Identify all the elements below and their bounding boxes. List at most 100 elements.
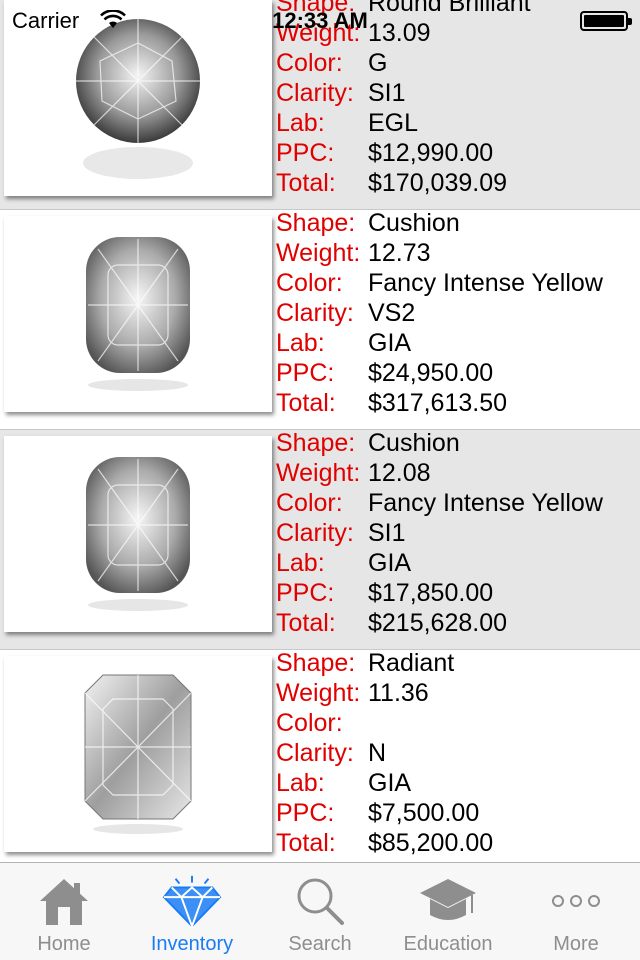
field-label: Total: [276, 389, 336, 417]
field-label: Clarity: [276, 299, 354, 327]
ppc-value: $7,500.00 [368, 799, 480, 827]
spec-weight: Weight: 11.36 [276, 678, 640, 708]
field-label: Clarity: [276, 739, 354, 767]
field-label: Total: [276, 609, 336, 637]
spec-ppc: PPC: $7,500.00 [276, 798, 640, 828]
spec-shape: Shape: Radiant [276, 648, 640, 678]
diamond-icon [162, 875, 222, 929]
diamond-specs: Shape: Radiant Weight: 11.36 Color: Clarit… [276, 648, 640, 858]
tab-label: Home [37, 933, 91, 955]
ppc-value: $17,850.00 [368, 579, 494, 607]
spec-ppc: PPC: $24,950.00 [276, 358, 640, 388]
clarity-value: SI1 [368, 519, 406, 547]
field-label: Color: [276, 269, 343, 297]
cushion-diamond-icon [86, 457, 190, 611]
field-label: Lab: [276, 769, 325, 797]
weight-value: 12.08 [368, 459, 431, 487]
spec-lab: Lab: GIA [276, 548, 640, 578]
diamond-thumbnail [4, 656, 272, 852]
spec-clarity: Clarity: SI1 [276, 78, 640, 108]
home-icon [40, 879, 88, 925]
tab-label: Inventory [150, 933, 234, 955]
spec-clarity: Clarity: N [276, 738, 640, 768]
diamond-specs: Shape: Cushion Weight: 12.73 Color: Fancy I… [276, 208, 640, 418]
diamond-thumbnail [4, 436, 272, 632]
spec-weight: Weight: 12.73 [276, 238, 640, 268]
tab-label: Education [403, 933, 493, 955]
field-label: Color: [276, 49, 343, 77]
field-label: Weight: [276, 19, 361, 47]
shape-value: Cushion [368, 209, 460, 237]
weight-value: 11.36 [368, 679, 429, 707]
tab-label: Search [288, 933, 352, 955]
spec-lab: Lab: GIA [276, 328, 640, 358]
tab-more[interactable]: More [512, 863, 640, 960]
field-label: Color: [276, 709, 343, 737]
field-label: Weight: [276, 679, 361, 707]
spec-total: Total: $317,613.50 [276, 388, 640, 418]
tab-education[interactable]: Education [384, 863, 512, 960]
weight-value: 13.09 [368, 19, 431, 47]
search-icon [297, 878, 344, 925]
tab-inventory[interactable]: Inventory [128, 863, 256, 960]
spec-clarity: Clarity: VS2 [276, 298, 640, 328]
tab-label: More [553, 933, 599, 955]
tab-home[interactable]: Home [0, 863, 128, 960]
total-value: $317,613.50 [368, 389, 508, 417]
spec-weight: Weight: 12.08 [276, 458, 640, 488]
field-label: Shape: [276, 0, 356, 17]
tab-search[interactable]: Search [256, 863, 384, 960]
lab-value: GIA [368, 549, 412, 577]
lab-value: EGL [368, 109, 419, 137]
spec-color: Color: G [276, 48, 640, 78]
inventory-row[interactable]: Shape: Round Brilliant Weight: 13.09 Color… [0, 0, 640, 210]
spec-total: Total: $170,039.09 [276, 168, 640, 198]
total-value: $170,039.09 [368, 169, 508, 197]
total-value: $215,628.00 [368, 609, 508, 637]
inventory-list[interactable]: Shape: Round Brilliant Weight: 13.09 Color… [0, 0, 640, 862]
spec-ppc: PPC: $17,850.00 [276, 578, 640, 608]
spec-ppc: PPC: $12,990.00 [276, 138, 640, 168]
field-label: Weight: [276, 459, 361, 487]
spec-shape: Shape: Cushion [276, 208, 640, 238]
diamond-specs: Shape: Round Brilliant Weight: 13.09 Color… [276, 0, 640, 198]
field-label: PPC: [276, 359, 335, 387]
lab-value: GIA [368, 329, 412, 357]
field-label: Color: [276, 489, 343, 517]
field-label: Clarity: [276, 79, 354, 107]
cushion-diamond-icon [86, 237, 190, 391]
inventory-row[interactable]: Shape: Cushion Weight: 12.08 Color: Fancy I… [0, 428, 640, 650]
shape-value: Radiant [368, 649, 455, 677]
more-icon [552, 895, 600, 907]
field-label: Shape: [276, 209, 356, 237]
inventory-row[interactable]: Shape: Cushion Weight: 12.73 Color: Fancy I… [0, 208, 640, 430]
diamond-specs: Shape: Cushion Weight: 12.08 Color: Fancy I… [276, 428, 640, 638]
clarity-value: N [368, 739, 387, 767]
radiant-diamond-icon [84, 674, 192, 834]
field-label: Total: [276, 169, 336, 197]
spec-clarity: Clarity: SI1 [276, 518, 640, 548]
field-label: Lab: [276, 549, 325, 577]
field-label: Clarity: [276, 519, 354, 547]
diamond-thumbnail [4, 216, 272, 412]
color-value: Fancy Intense Yellow [368, 269, 603, 297]
field-label: Shape: [276, 429, 356, 457]
field-label: Total: [276, 829, 336, 857]
total-value: $85,200.00 [368, 829, 494, 857]
tab-bar: Home Inventory Search Education More [0, 862, 640, 960]
ppc-value: $12,990.00 [368, 139, 494, 167]
lab-value: GIA [368, 769, 412, 797]
color-value: G [368, 49, 388, 77]
field-label: PPC: [276, 579, 335, 607]
inventory-row[interactable]: Shape: Radiant Weight: 11.36 Color: Clarit… [0, 648, 640, 862]
weight-value: 12.73 [368, 239, 431, 267]
field-label: Lab: [276, 329, 325, 357]
spec-shape: Shape: Cushion [276, 428, 640, 458]
shape-value: Round Brilliant [368, 0, 531, 17]
spec-total: Total: $215,628.00 [276, 608, 640, 638]
clarity-value: SI1 [368, 79, 406, 107]
spec-lab: Lab: EGL [276, 108, 640, 138]
field-label: PPC: [276, 139, 335, 167]
color-value: Fancy Intense Yellow [368, 489, 603, 517]
round-diamond-icon [76, 19, 200, 179]
